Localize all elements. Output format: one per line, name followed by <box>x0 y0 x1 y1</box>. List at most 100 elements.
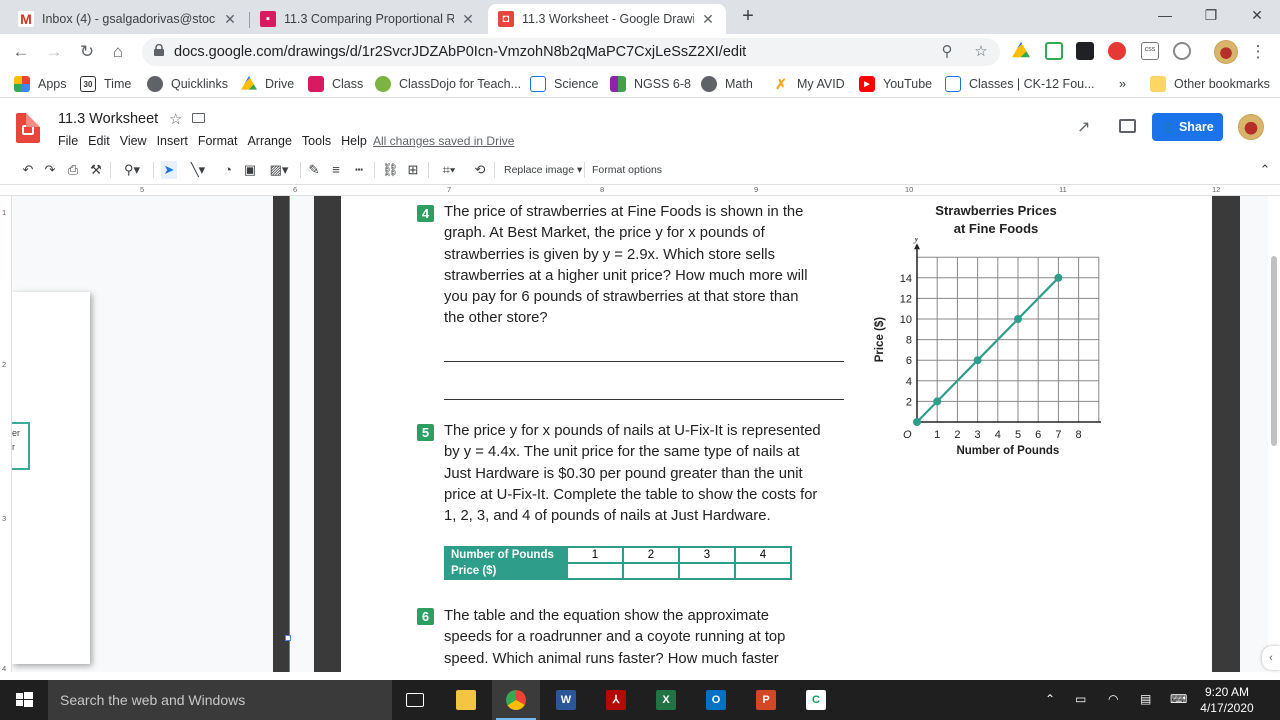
notification-icon[interactable]: ▤ <box>1140 692 1151 706</box>
extension-icon[interactable] <box>1076 42 1094 60</box>
move-folder-icon[interactable] <box>192 113 205 123</box>
drawings-logo-icon[interactable] <box>16 113 40 143</box>
menu-help[interactable]: Help <box>341 134 367 148</box>
menu-format[interactable]: Format <box>198 134 238 148</box>
forward-button[interactable]: → <box>42 40 66 64</box>
battery-icon[interactable]: ▭ <box>1075 692 1086 706</box>
drawing-canvas[interactable]: er r 4 The price of strawberries at Fine… <box>12 196 1268 672</box>
border-dash-icon[interactable]: ┅ <box>351 161 367 179</box>
other-bookmarks[interactable]: Other bookmarks <box>1150 75 1270 93</box>
reload-button[interactable]: ↻ <box>75 40 99 64</box>
redo-icon[interactable]: ↷ <box>42 161 58 179</box>
share-button[interactable]: 👤 Share <box>1152 113 1223 141</box>
home-button[interactable]: ⌂ <box>106 40 130 64</box>
worksheet-image[interactable]: 4 The price of strawberries at Fine Food… <box>341 196 1212 672</box>
print-icon[interactable]: ⎙ <box>65 161 81 179</box>
powerpoint-taskbar-button[interactable]: P <box>742 680 790 720</box>
tab-gmail[interactable]: M Inbox (4) - gsalgadorivas@stockt ✕ <box>8 4 248 34</box>
vertical-scrollbar[interactable] <box>1268 196 1280 672</box>
classroom-app-button[interactable]: C <box>792 680 840 720</box>
file-explorer-button[interactable] <box>442 680 490 720</box>
menu-tools[interactable]: Tools <box>302 134 331 148</box>
wifi-icon[interactable]: ◠ <box>1108 692 1118 706</box>
bookmark-classdojo[interactable]: ClassDojo for Teach... <box>375 75 521 93</box>
acrobat-taskbar-button[interactable]: ⅄ <box>592 680 640 720</box>
close-icon[interactable]: ✕ <box>460 11 476 28</box>
border-color-icon[interactable]: ✎ <box>306 161 322 179</box>
stop-extension-icon[interactable] <box>1108 42 1126 60</box>
circle-extension-icon[interactable] <box>1173 42 1191 60</box>
activity-trend-icon[interactable]: ↗ <box>1077 117 1090 137</box>
zoom-dropdown-icon[interactable]: ⚲▾ <box>118 161 146 179</box>
menu-file[interactable]: File <box>58 134 78 148</box>
screenshot-extension-icon[interactable] <box>1045 42 1063 60</box>
document-title[interactable]: 11.3 Worksheet <box>58 111 158 127</box>
keyboard-icon[interactable]: ⌨ <box>1170 692 1187 706</box>
address-bar[interactable]: docs.google.com/drawings/d/1r2SvcrJDZAbP… <box>142 38 1000 66</box>
word-taskbar-button[interactable]: W <box>542 680 590 720</box>
taskbar-search[interactable]: Search the web and Windows <box>48 680 392 720</box>
select-cursor-icon[interactable]: ➤ <box>161 161 177 179</box>
selection-handle[interactable] <box>285 635 291 641</box>
profile-avatar[interactable] <box>1214 40 1238 64</box>
bookmark-drive[interactable]: Drive <box>241 75 294 93</box>
new-tab-button[interactable]: + <box>737 5 759 27</box>
add-comment-icon[interactable]: ⊞ <box>405 161 421 179</box>
show-hidden-icons[interactable]: ⌃ <box>1045 692 1055 706</box>
save-status[interactable]: All changes saved in Drive <box>373 134 514 148</box>
side-panel-toggle-icon[interactable]: ‹ <box>1262 646 1280 670</box>
shape-tool-icon[interactable]: ◔ <box>220 161 236 179</box>
restore-button[interactable]: ❐ <box>1188 0 1234 30</box>
minimize-button[interactable]: — <box>1142 0 1188 30</box>
bookmark-class[interactable]: Class <box>308 75 363 93</box>
close-window-button[interactable]: ✕ <box>1234 0 1280 30</box>
line-tool-icon[interactable]: ╲▾ <box>183 161 213 179</box>
bookmark-time[interactable]: 30 Time <box>80 75 131 93</box>
crop-icon[interactable]: ⌗▾ <box>434 161 464 179</box>
replace-image-button[interactable]: Replace image ▾ <box>504 161 582 179</box>
more-bookmarks-button[interactable]: » <box>1119 75 1126 93</box>
scrollbar-thumb[interactable] <box>1271 256 1277 446</box>
bookmark-math[interactable]: Math <box>701 75 753 93</box>
border-weight-icon[interactable]: ≡ <box>328 161 344 179</box>
image-tool-icon[interactable]: ▨▾ <box>265 161 293 179</box>
system-clock[interactable]: 9:20 AM 4/17/2020 <box>1195 684 1259 716</box>
css-extension-icon[interactable]: css <box>1141 42 1159 60</box>
menu-insert[interactable]: Insert <box>157 134 188 148</box>
task-view-button[interactable] <box>392 680 440 720</box>
text-box-icon[interactable]: ▣ <box>242 161 258 179</box>
account-avatar[interactable] <box>1238 114 1264 140</box>
windows-start-button[interactable] <box>0 680 48 720</box>
drive-extension-icon[interactable] <box>1012 42 1030 58</box>
bookmark-star-icon[interactable]: ☆ <box>972 43 990 61</box>
zoom-icon[interactable]: ⚲ <box>938 43 956 61</box>
bookmark-my-avid[interactable]: ✗ My AVID <box>773 75 845 93</box>
collapse-toolbar-icon[interactable]: ⌃ <box>1257 161 1273 179</box>
menu-arrange[interactable]: Arrange <box>247 134 291 148</box>
close-icon[interactable]: ✕ <box>700 11 716 28</box>
outlook-taskbar-button[interactable]: O <box>692 680 740 720</box>
reset-image-icon[interactable]: ⟲ <box>472 161 488 179</box>
link-icon[interactable]: ⛓ <box>382 161 399 179</box>
menu-view[interactable]: View <box>120 134 147 148</box>
bookmark-quicklinks[interactable]: Quicklinks <box>147 75 228 93</box>
excel-taskbar-button[interactable]: X <box>642 680 690 720</box>
clock-time: 9:20 AM <box>1204 685 1250 699</box>
tab-worksheet[interactable]: ◘ 11.3 Worksheet - Google Drawin ✕ <box>488 4 726 34</box>
close-icon[interactable]: ✕ <box>222 11 238 28</box>
undo-icon[interactable]: ↶ <box>20 161 36 179</box>
comments-icon[interactable] <box>1119 119 1136 133</box>
back-button[interactable]: ← <box>9 40 33 64</box>
bookmark-ngss[interactable]: NGSS 6-8 <box>610 75 691 93</box>
tab-comparing[interactable]: ▪ 11.3 Comparing Proportional Rel ✕ <box>250 4 486 34</box>
bookmark-apps[interactable]: Apps <box>14 75 67 93</box>
star-icon[interactable]: ☆ <box>169 110 182 128</box>
menu-edit[interactable]: Edit <box>88 134 110 148</box>
bookmark-ck12[interactable]: Classes | CK-12 Fou... <box>945 75 1095 93</box>
bookmark-science[interactable]: Science <box>530 75 598 93</box>
paint-format-icon[interactable]: ⚒ <box>88 161 104 179</box>
menu-icon[interactable]: ⋮ <box>1246 40 1270 64</box>
format-options-button[interactable]: Format options <box>592 161 662 179</box>
bookmark-youtube[interactable]: ▶ YouTube <box>859 75 932 93</box>
chrome-taskbar-button[interactable] <box>492 680 540 720</box>
